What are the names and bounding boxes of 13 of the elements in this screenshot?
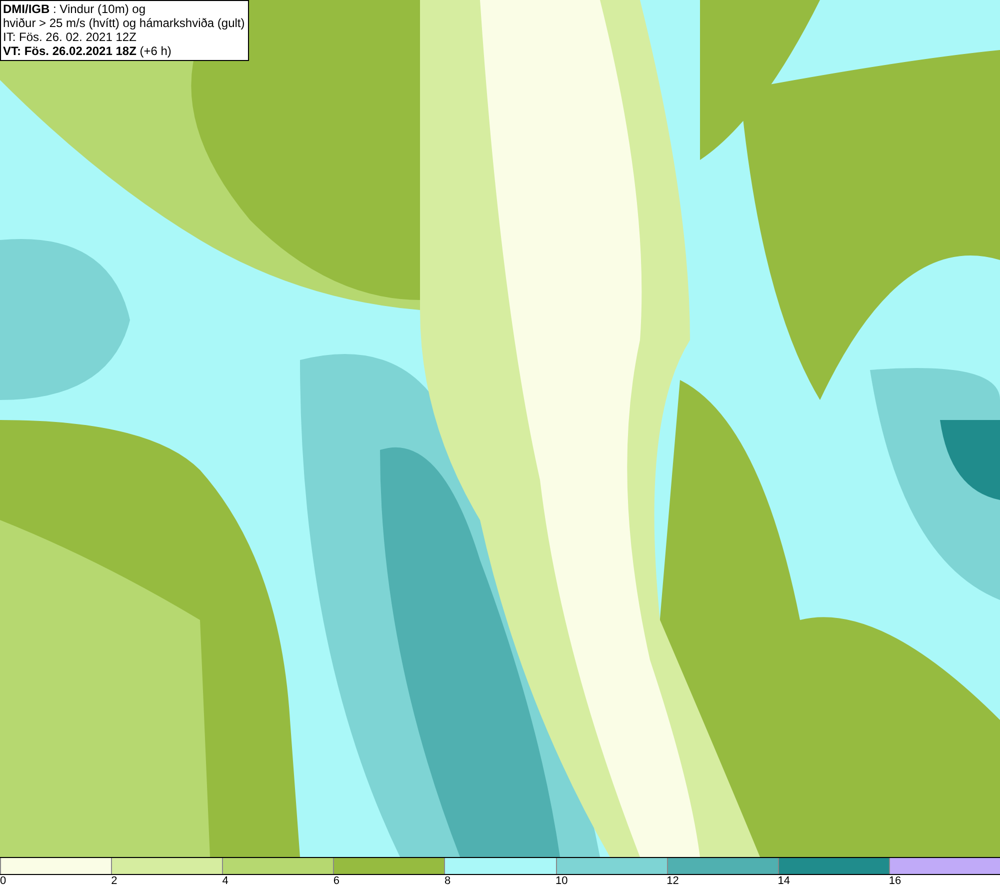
legend-tick-label: 2 (111, 875, 118, 887)
legend-tick-label: 6 (333, 875, 340, 887)
legend-tick-label: 12 (666, 875, 679, 887)
legend-tick-label: 16 (888, 875, 902, 887)
legend-tick-label: 4 (222, 875, 228, 887)
legend-tick-label: 8 (444, 875, 451, 887)
caption-line: VT: Fös. 26.02.2021 18Z (+6 h) (3, 44, 172, 58)
legend-tick-label: 14 (778, 875, 790, 887)
legend-tick-label: 10 (556, 875, 568, 887)
legend-tick-label: 0 (0, 875, 6, 887)
caption-line: hviður > 25 m/s (hvítt) og hámarkshviða (gult) (3, 16, 245, 30)
caption-line: DMI/IGB : Vindur (10m) og (3, 2, 146, 16)
caption-line: IT: Fös. 26. 02. 2021 12Z (3, 30, 138, 44)
